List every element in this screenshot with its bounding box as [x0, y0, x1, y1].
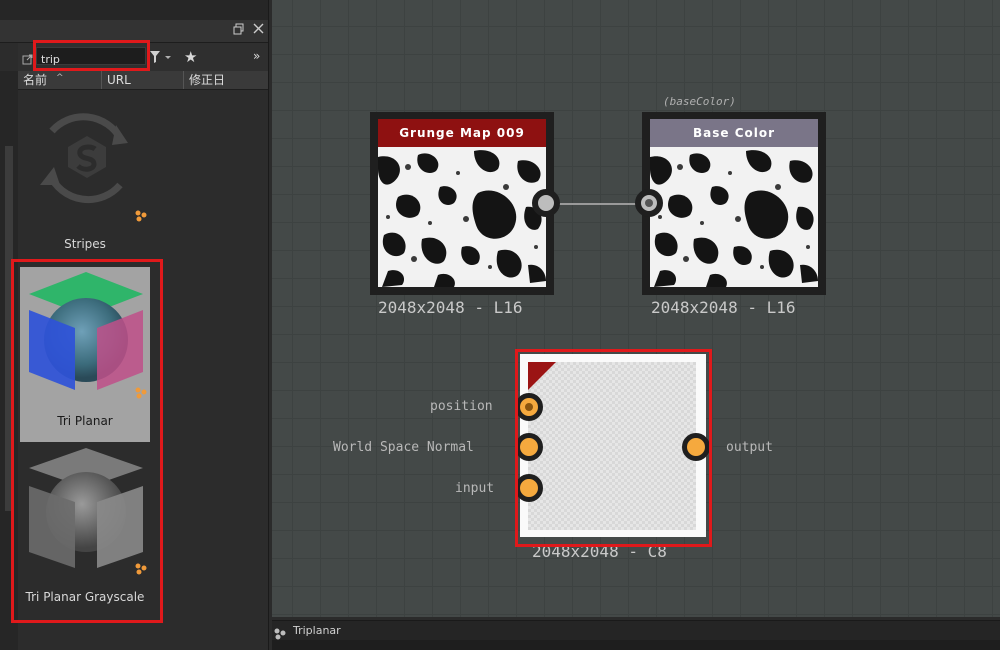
library-item-tri-planar[interactable]: Tri Planar [20, 267, 150, 442]
input-port-world-space-normal[interactable] [515, 433, 543, 461]
search-field[interactable] [36, 47, 146, 68]
substance-logo-icon [32, 103, 142, 217]
library-item-label: Stripes [64, 237, 106, 251]
panel-titlebar [0, 20, 268, 43]
node-base-color[interactable]: Base Color [642, 112, 826, 295]
node-resolution: 2048x2048 - L16 [378, 298, 523, 317]
library-panel: ★ » 名前 ^ URL 修正日 Stripes [0, 0, 269, 650]
output-port[interactable] [532, 189, 560, 217]
port-label-output: output [726, 440, 773, 455]
column-modified[interactable]: 修正日 [184, 71, 268, 89]
expand-icon[interactable]: » [253, 49, 260, 63]
node-title: Base Color [650, 119, 818, 147]
node-graph-badge-icon [135, 207, 147, 222]
open-external-icon[interactable] [22, 50, 33, 69]
column-header: 名前 ^ URL 修正日 [18, 71, 268, 90]
node-title: Grunge Map 009 [378, 119, 546, 147]
grunge-thumbnail [378, 147, 546, 287]
port-label-position: position [430, 399, 493, 414]
input-port-input[interactable] [515, 474, 543, 502]
panel-gutter [0, 71, 18, 650]
tri-planar-grayscale-thumbnail-icon [25, 446, 147, 575]
close-icon[interactable] [250, 23, 266, 39]
node-resolution: 2048x2048 - L16 [651, 298, 796, 317]
node-grunge-map[interactable]: Grunge Map 009 [370, 112, 554, 295]
port-label-world-space-normal: World Space Normal [333, 440, 474, 455]
tri-planar-thumbnail-icon [25, 270, 147, 399]
graph-canvas[interactable]: Grunge Map 009 2048x2048 - L16 Base Colo… [272, 0, 1000, 617]
panel-top-strip [0, 0, 268, 20]
node-resolution: 2048x2048 - C8 [532, 542, 667, 561]
scrollbar[interactable] [5, 146, 13, 511]
library-item-tri-planar-grayscale[interactable]: Tri Planar Grayscale [20, 444, 150, 614]
filter-icon[interactable] [149, 49, 173, 68]
star-icon[interactable]: ★ [184, 48, 197, 66]
node-annotation: (baseColor) [663, 95, 736, 108]
port-label-input: input [455, 481, 495, 496]
restore-window-icon[interactable] [231, 23, 247, 39]
input-port-position[interactable] [515, 393, 543, 421]
output-port-output[interactable] [682, 433, 710, 461]
library-item-label: Tri Planar Grayscale [25, 590, 145, 604]
bottom-strip [272, 640, 1000, 650]
column-url[interactable]: URL [102, 71, 184, 89]
status-bar: Triplanar [272, 620, 1000, 641]
base-color-thumbnail [650, 147, 818, 287]
search-input[interactable] [37, 51, 145, 68]
library-item-stripes[interactable]: Stripes [20, 95, 150, 260]
column-name[interactable]: 名前 ^ [18, 71, 102, 89]
status-label[interactable]: Triplanar [293, 624, 341, 637]
node-corner-flag-icon [528, 362, 556, 394]
sort-ascending-icon: ^ [56, 73, 64, 83]
library-item-label: Tri Planar [57, 414, 113, 428]
input-port[interactable] [635, 189, 663, 217]
node-tri-planar[interactable] [520, 354, 706, 537]
node-graph-badge-icon [135, 384, 147, 399]
node-graph-badge-icon [135, 560, 147, 575]
